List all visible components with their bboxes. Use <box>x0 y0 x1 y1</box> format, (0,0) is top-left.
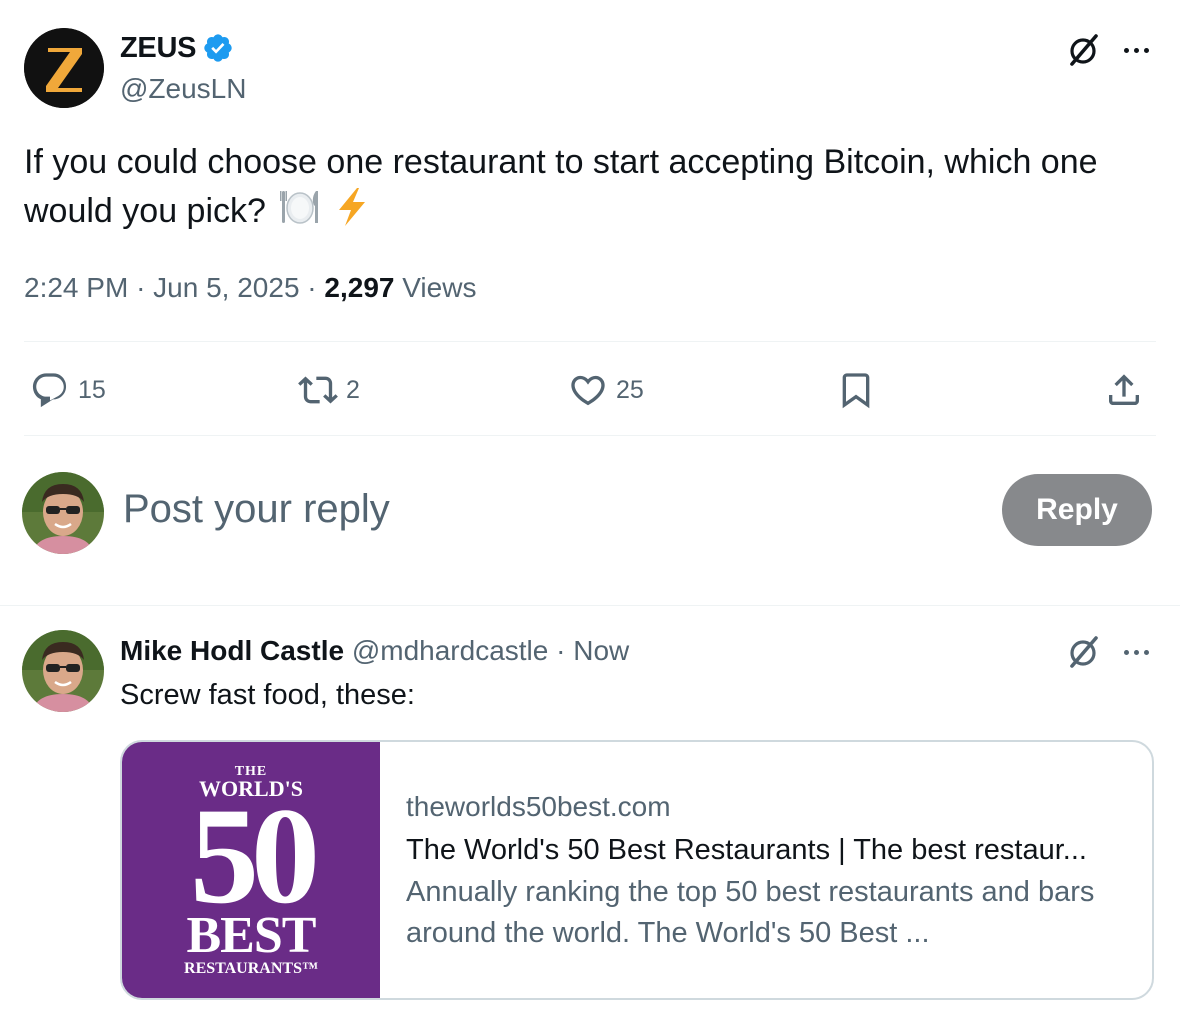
repost-count: 2 <box>346 375 360 404</box>
verified-badge-icon <box>204 34 232 62</box>
logo-restaurants: RESTAURANTS™ <box>184 960 318 977</box>
reply-input[interactable]: Post your reply <box>123 484 390 534</box>
card-body: theworlds50best.com The World's 50 Best … <box>380 742 1106 998</box>
divider <box>24 435 1156 436</box>
author-handle[interactable]: @ZeusLN <box>120 72 246 106</box>
reply-header: Mike Hodl Castle @mdhardcastle · Now <box>120 635 630 666</box>
logo-best: BEST <box>186 907 317 964</box>
reply-icon <box>32 373 67 408</box>
grok-icon[interactable] <box>1064 632 1104 672</box>
reply-text: Screw fast food, these: <box>120 679 415 711</box>
tweet-date[interactable]: Jun 5, 2025 <box>153 272 299 303</box>
lightning-icon <box>335 186 369 241</box>
reply-button[interactable]: Reply <box>1002 474 1152 546</box>
share-action-button[interactable] <box>1104 366 1144 414</box>
views-label: Views <box>402 272 477 303</box>
reply-action-button[interactable]: 15 <box>30 366 106 414</box>
views-count: 2,297 <box>324 272 395 303</box>
worlds-50-best-logo: THE WORLD'S 50 BEST RESTAURANTS™ <box>122 742 380 998</box>
bookmark-action-button[interactable] <box>836 366 876 414</box>
fork-knife-plate-icon <box>279 186 321 241</box>
grok-icon[interactable] <box>1064 30 1104 70</box>
reply-author-name[interactable]: Mike Hodl Castle <box>120 635 344 666</box>
reply-author-handle[interactable]: @mdhardcastle <box>352 635 549 666</box>
more-options-icon[interactable] <box>1116 30 1156 70</box>
current-user-avatar[interactable] <box>22 472 104 554</box>
tweet-time[interactable]: 2:24 PM <box>24 272 128 303</box>
reply-timestamp[interactable]: Now <box>573 635 629 666</box>
zeus-logo-icon <box>24 28 104 108</box>
zeus-avatar[interactable] <box>24 28 104 108</box>
tweet-body: If you could choose one restaurant to st… <box>24 143 1098 230</box>
more-options-icon[interactable] <box>1116 632 1156 672</box>
bookmark-icon <box>842 373 870 409</box>
divider <box>24 341 1156 342</box>
card-description: Annually ranking the top 50 best restaur… <box>406 876 1095 949</box>
share-icon <box>1109 374 1139 405</box>
like-count: 25 <box>616 375 644 404</box>
tweet-meta: 2:24 PM · Jun 5, 2025 · 2,297 Views <box>24 272 477 303</box>
heart-icon <box>571 375 605 406</box>
link-preview-card[interactable]: THE WORLD'S 50 BEST RESTAURANTS™ theworl… <box>120 740 1154 1000</box>
like-action-button[interactable]: 25 <box>568 366 644 414</box>
repost-action-button[interactable]: 2 <box>298 366 360 414</box>
reply-author-avatar[interactable] <box>22 630 104 712</box>
author-name-text[interactable]: ZEUS <box>120 30 196 66</box>
reply-count: 15 <box>78 375 106 404</box>
tweet-text: If you could choose one restaurant to st… <box>24 138 1164 241</box>
card-title: The World's 50 Best Restaurants | The be… <box>406 834 1087 866</box>
author-name[interactable]: ZEUS <box>120 30 234 66</box>
divider <box>0 605 1180 606</box>
repost-icon <box>298 376 338 404</box>
card-domain: theworlds50best.com <box>406 791 671 822</box>
logo-number: 50 <box>190 779 320 932</box>
